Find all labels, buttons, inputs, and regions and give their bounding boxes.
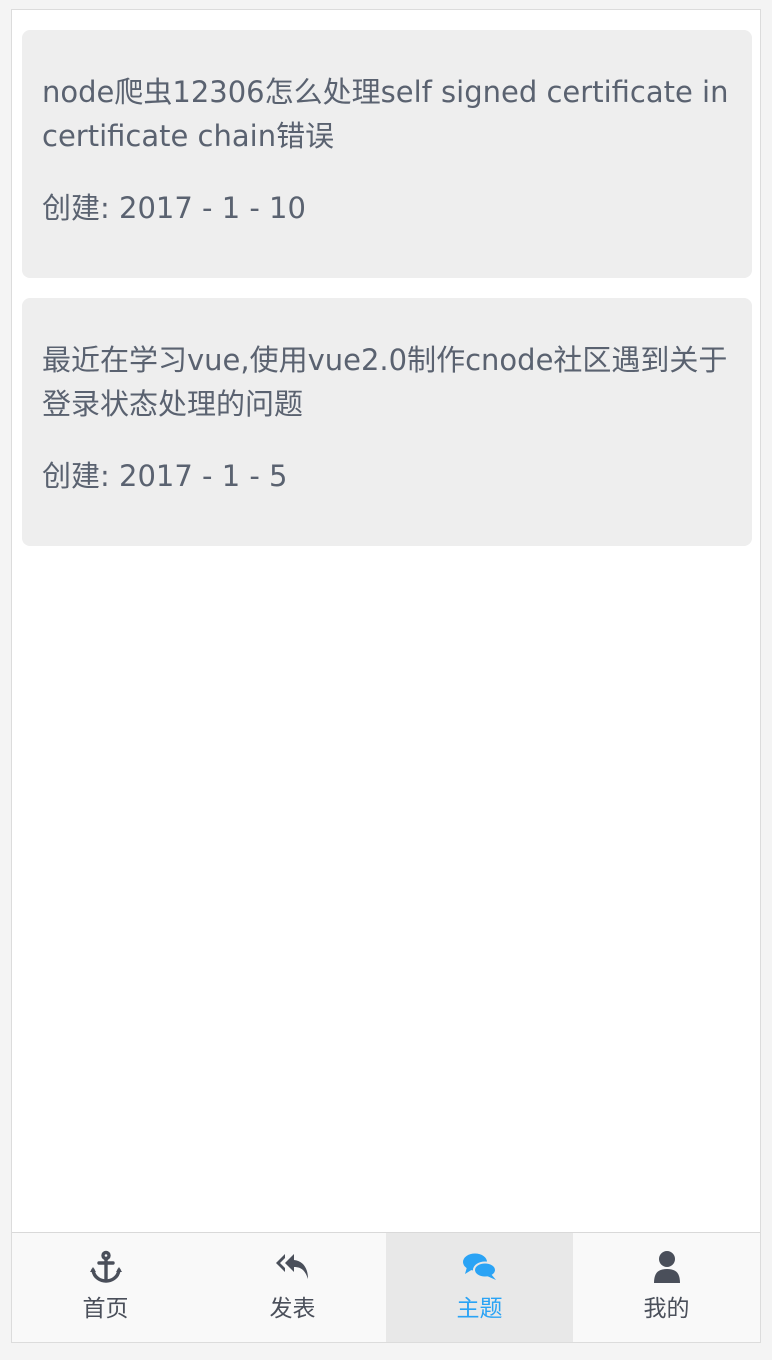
app-frame: node爬虫12306怎么处理self signed certificate i… [11, 9, 761, 1343]
anchor-icon [88, 1249, 124, 1285]
tab-home-label: 首页 [82, 1296, 129, 1322]
comments-icon [462, 1249, 498, 1285]
created-date: 2017 - 1 - 10 [119, 191, 306, 225]
topic-created: 创建: 2017 - 1 - 10 [42, 190, 732, 226]
created-date: 2017 - 1 - 5 [119, 459, 288, 493]
created-label: 创建: [42, 459, 110, 493]
topic-card[interactable]: node爬虫12306怎么处理self signed certificate i… [22, 30, 752, 278]
tab-topics[interactable]: 主题 [386, 1233, 573, 1342]
reply-all-icon [275, 1249, 311, 1285]
tab-topics-label: 主题 [456, 1296, 503, 1322]
topic-title[interactable]: 最近在学习vue,使用vue2.0制作cnode社区遇到关于登录状态处理的问题 [42, 338, 732, 426]
topic-list: node爬虫12306怎么处理self signed certificate i… [22, 30, 752, 566]
user-icon [649, 1249, 685, 1285]
topic-created: 创建: 2017 - 1 - 5 [42, 458, 732, 494]
tab-home[interactable]: 首页 [12, 1233, 199, 1342]
tab-post[interactable]: 发表 [199, 1233, 386, 1342]
tab-mine[interactable]: 我的 [573, 1233, 760, 1342]
tab-post-label: 发表 [269, 1296, 316, 1322]
tab-mine-label: 我的 [643, 1296, 690, 1322]
topic-title[interactable]: node爬虫12306怎么处理self signed certificate i… [42, 70, 732, 158]
created-label: 创建: [42, 191, 110, 225]
bottom-tabbar: 首页 发表 主题 我的 [12, 1232, 760, 1342]
topic-card[interactable]: 最近在学习vue,使用vue2.0制作cnode社区遇到关于登录状态处理的问题 … [22, 298, 752, 546]
